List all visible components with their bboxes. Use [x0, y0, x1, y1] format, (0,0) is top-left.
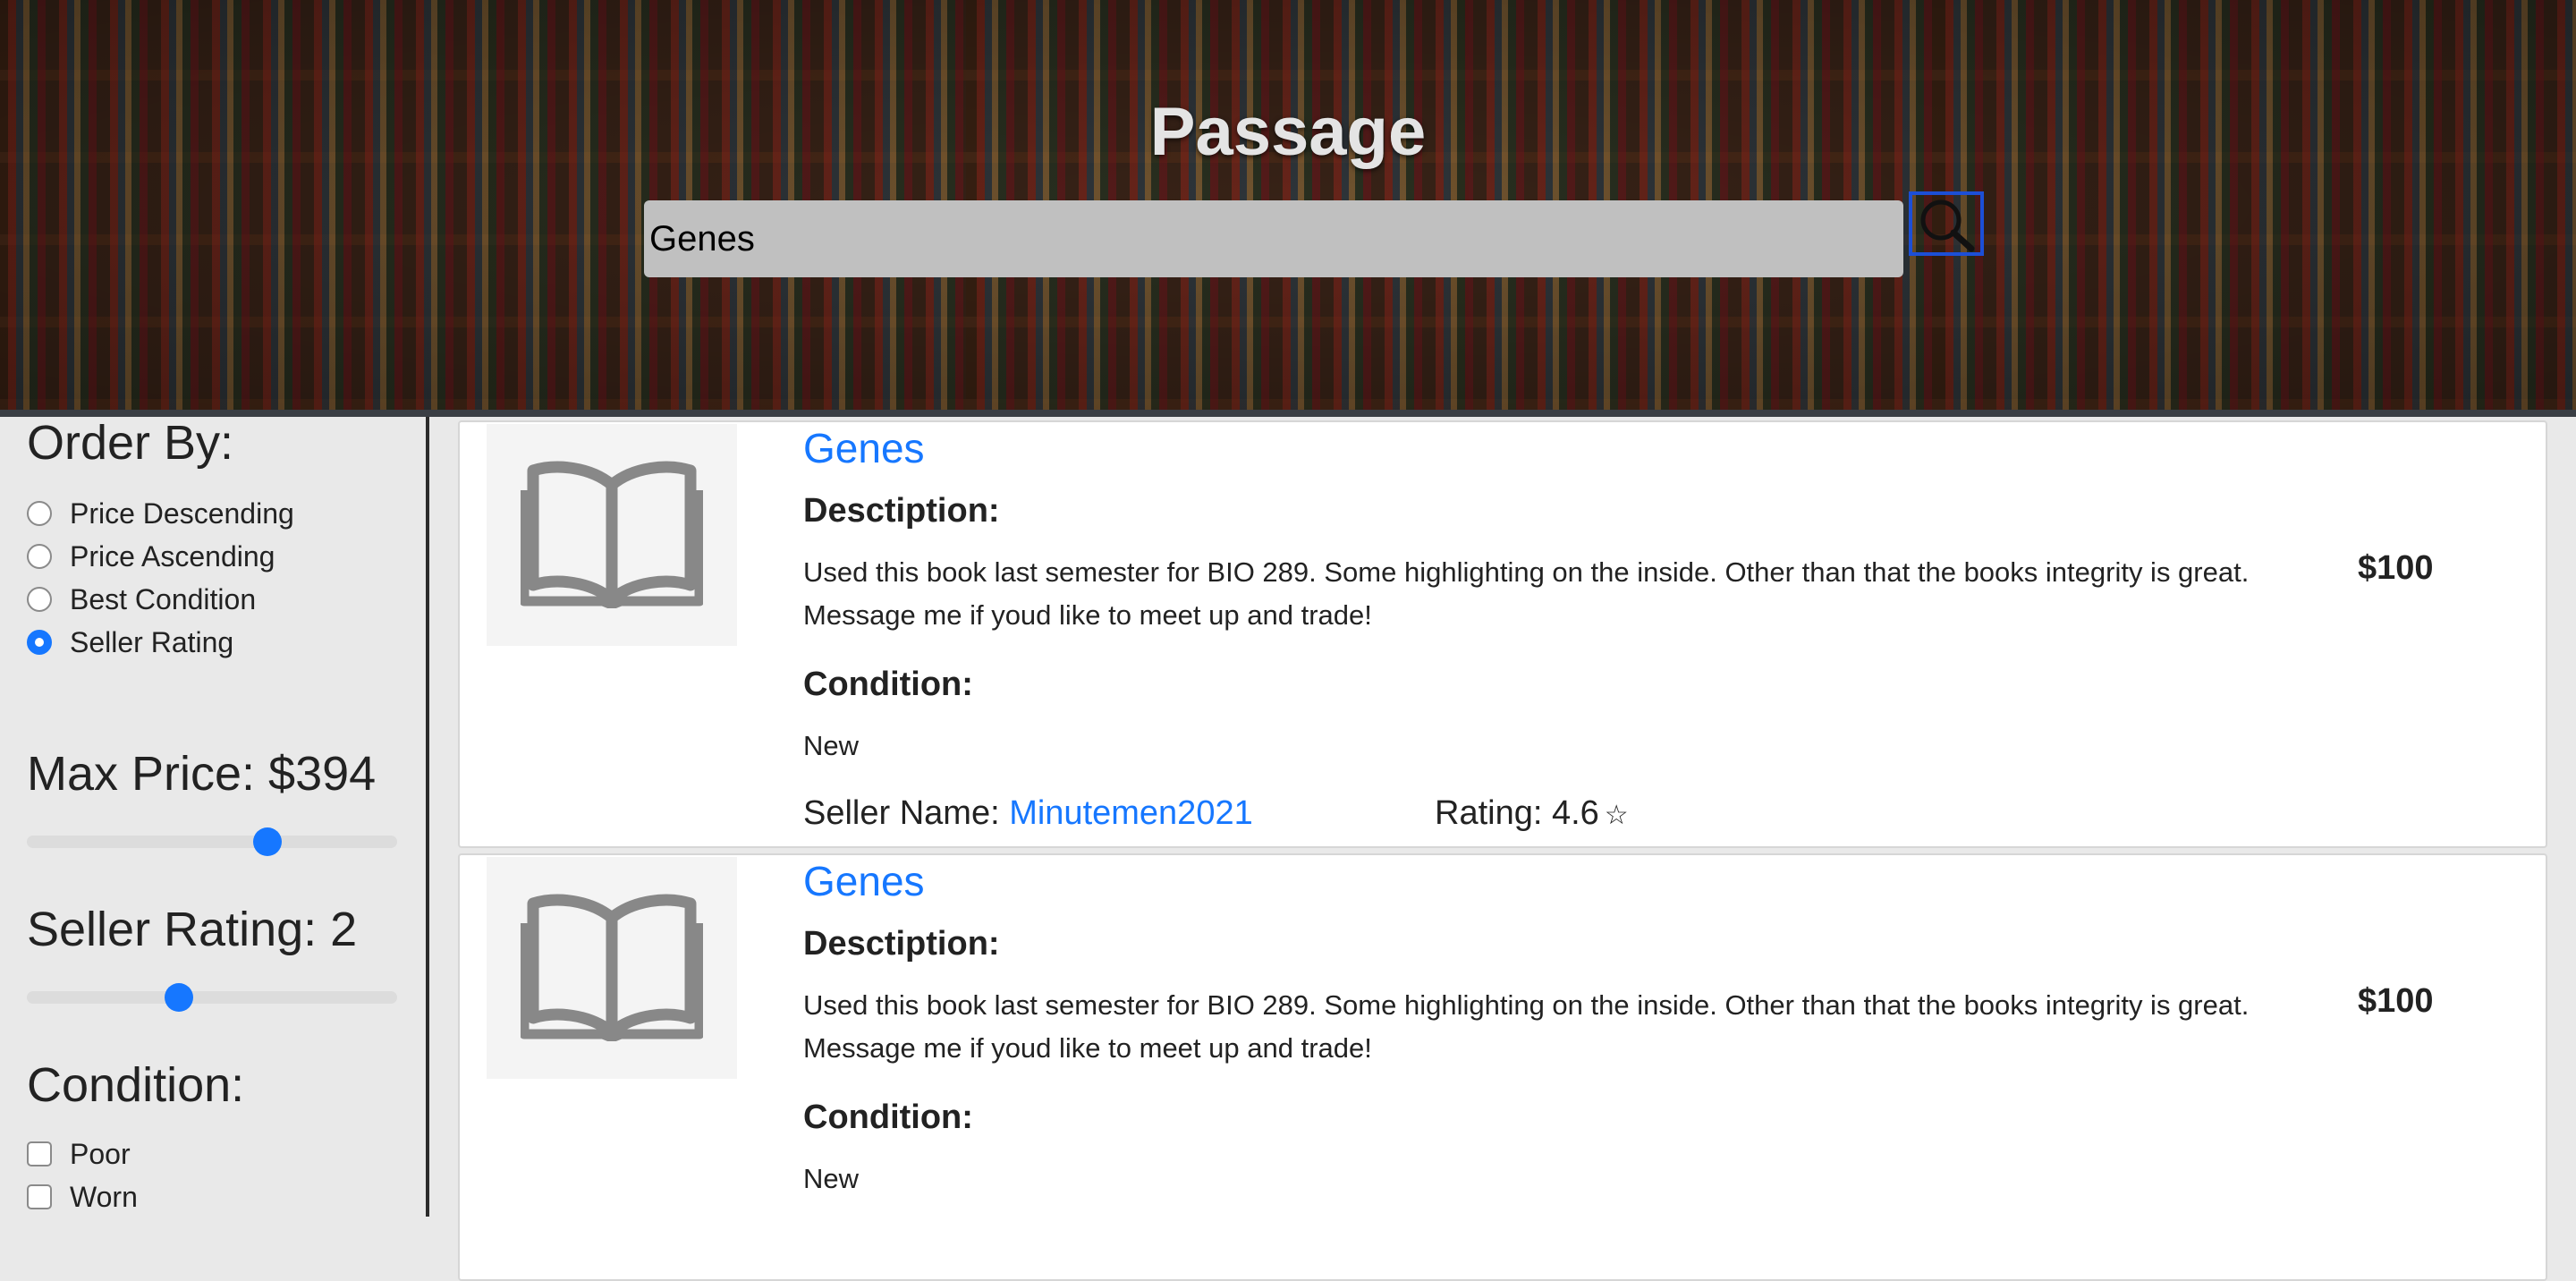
condition-value: New	[803, 730, 860, 761]
radio-label: Price Descending	[70, 496, 294, 530]
radio-best-condition[interactable]	[27, 587, 52, 612]
book-thumbnail[interactable]	[487, 857, 737, 1079]
magnifier-icon	[1920, 199, 1975, 252]
checkbox-label: Worn	[70, 1180, 138, 1213]
price: $100	[2358, 982, 2434, 1020]
condition-worn[interactable]: Worn	[27, 1177, 138, 1217]
seller-rating-heading: Seller Rating: 2	[27, 903, 358, 956]
listing-card[interactable]: Genes Desctiption: Used this book last s…	[458, 853, 2547, 1281]
description-text: Used this book last semester for BIO 289…	[803, 556, 2250, 631]
book-title-link[interactable]: Genes	[803, 857, 925, 905]
checkbox-worn[interactable]	[27, 1184, 52, 1209]
radio-label: Price Ascending	[70, 539, 275, 573]
max-price-slider[interactable]	[27, 827, 397, 856]
condition-heading: Condition:	[27, 1058, 245, 1112]
description-label: Desctiption:	[803, 492, 1000, 530]
radio-seller-rating[interactable]	[27, 630, 52, 655]
seller-label: Seller Name:	[803, 794, 1000, 832]
seller-name-link[interactable]: Minutemen2021	[1009, 794, 1253, 832]
condition-value: New	[803, 1163, 860, 1194]
radio-label: Best Condition	[70, 582, 257, 615]
header-banner: Passage	[0, 0, 2576, 410]
seller-rating-slider[interactable]	[27, 983, 397, 1012]
header-divider	[0, 410, 2576, 417]
listing-card[interactable]: Genes Desctiption: Used this book last s…	[458, 420, 2547, 848]
order-price-descending[interactable]: Price Descending	[27, 494, 294, 533]
star-outline-icon: ☆	[1604, 801, 1629, 830]
site-title: Passage	[1149, 94, 1427, 170]
open-book-icon	[521, 461, 703, 608]
seller-rating-slider-thumb[interactable]	[164, 983, 193, 1012]
condition-label: Condition:	[803, 1099, 973, 1136]
seller-info: Seller Name: Minutemen2021	[803, 794, 1253, 833]
order-price-ascending[interactable]: Price Ascending	[27, 537, 275, 576]
book-title-link[interactable]: Genes	[803, 424, 925, 472]
checkbox-label: Poor	[70, 1137, 131, 1170]
condition-poor[interactable]: Poor	[27, 1134, 131, 1174]
open-book-icon	[521, 894, 703, 1041]
order-seller-rating[interactable]: Seller Rating	[27, 623, 233, 662]
checkbox-poor[interactable]	[27, 1141, 52, 1166]
search-input[interactable]	[644, 200, 1903, 277]
radio-label: Seller Rating	[70, 625, 234, 658]
rating-info: Rating: 4.6 ☆	[1435, 794, 1629, 833]
description-text: Used this book last semester for BIO 289…	[803, 989, 2250, 1064]
rating-label: Rating: 4.6	[1435, 794, 1599, 832]
filter-sidebar: Order By: Price Descending Price Ascendi…	[0, 416, 429, 1217]
condition-label: Condition:	[803, 666, 973, 703]
radio-price-ascending[interactable]	[27, 544, 52, 569]
order-best-condition[interactable]: Best Condition	[27, 580, 256, 619]
price: $100	[2358, 549, 2434, 587]
max-price-slider-thumb[interactable]	[253, 827, 283, 856]
order-by-heading: Order By:	[27, 416, 234, 470]
radio-price-descending[interactable]	[27, 501, 52, 526]
max-price-heading: Max Price: $394	[27, 747, 377, 801]
search-button[interactable]	[1909, 191, 1984, 256]
description-label: Desctiption:	[803, 925, 1000, 963]
book-thumbnail[interactable]	[487, 424, 737, 646]
